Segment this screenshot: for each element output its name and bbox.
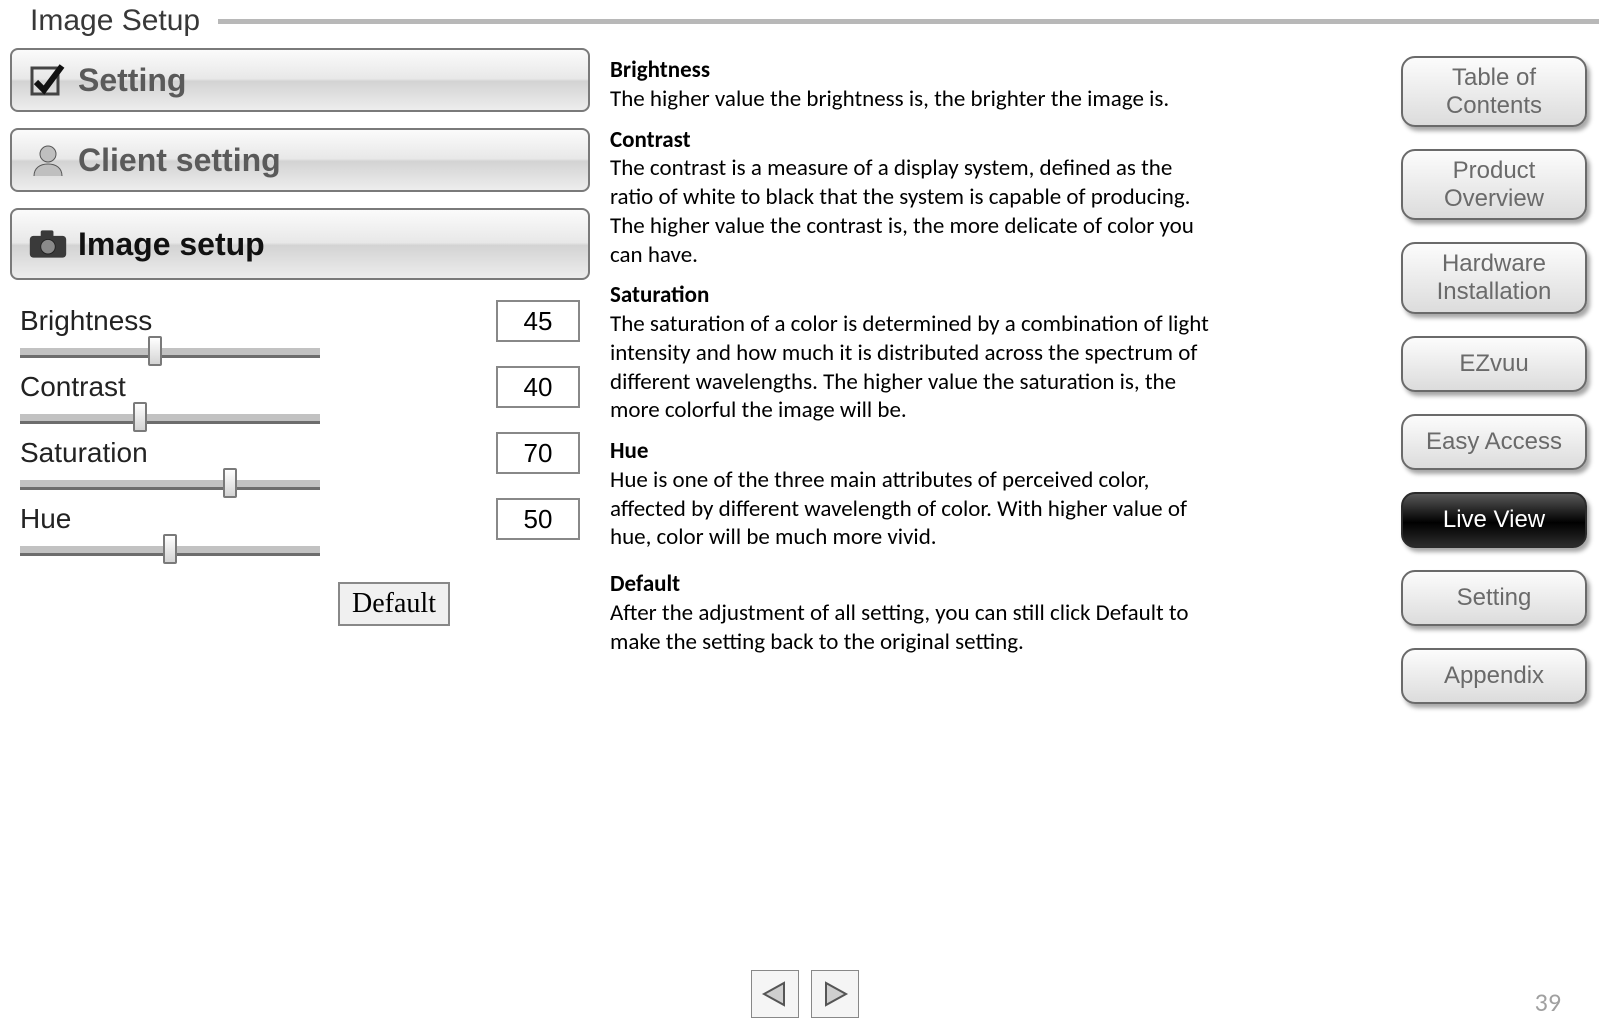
desc-heading: Hue <box>610 437 1210 466</box>
page-number: 39 <box>1535 986 1561 1018</box>
page-title: Image Setup <box>30 4 218 38</box>
check-icon <box>28 62 68 98</box>
image-setup-panel: Setting Client setting Image setup <box>10 48 590 626</box>
slider-brightness: Brightness 45 <box>20 300 580 358</box>
nav-label: Setting <box>1457 584 1532 612</box>
tab-label: Client setting <box>78 142 281 179</box>
nav-hardware-installation[interactable]: Hardware Installation <box>1401 242 1587 313</box>
desc-body: After the adjustment of all setting, you… <box>610 599 1210 657</box>
nav-easy-access[interactable]: Easy Access <box>1401 414 1587 470</box>
slider-hue: Hue 50 <box>20 498 580 556</box>
nav-appendix[interactable]: Appendix <box>1401 648 1587 704</box>
title-rule <box>218 19 1599 24</box>
nav-product-overview[interactable]: Product Overview <box>1401 149 1587 220</box>
desc-heading: Default <box>610 570 1210 599</box>
prev-page-button[interactable] <box>751 970 799 1018</box>
nav-label: Easy Access <box>1426 428 1562 456</box>
slider-track[interactable] <box>20 546 320 556</box>
slider-label: Brightness <box>20 305 152 337</box>
slider-saturation: Saturation 70 <box>20 432 580 490</box>
nav-column: Table of Contents Product Overview Hardw… <box>1389 48 1599 726</box>
default-button[interactable]: Default <box>338 582 450 626</box>
slider-value[interactable]: 70 <box>496 432 580 474</box>
nav-live-view[interactable]: Live View <box>1401 492 1587 548</box>
tab-client-setting[interactable]: Client setting <box>10 128 590 192</box>
nav-setting[interactable]: Setting <box>1401 570 1587 626</box>
description-column: Brightness The higher value the brightne… <box>610 48 1210 668</box>
pager: 39 <box>0 970 1609 1018</box>
slider-value[interactable]: 45 <box>496 300 580 342</box>
tab-image-setup[interactable]: Image setup <box>10 208 590 280</box>
arrow-left-icon <box>760 979 790 1009</box>
tab-label: Image setup <box>78 226 265 263</box>
desc-heading: Contrast <box>610 126 1210 155</box>
slider-label: Contrast <box>20 371 126 403</box>
slider-thumb[interactable] <box>148 336 162 366</box>
desc-heading: Saturation <box>610 281 1210 310</box>
nav-label: Hardware Installation <box>1437 250 1552 305</box>
nav-label: Table of Contents <box>1446 64 1542 119</box>
desc-body: The higher value the brightness is, the … <box>610 85 1210 114</box>
desc-body: Hue is one of the three main attributes … <box>610 466 1210 552</box>
sliders-group: Brightness 45 Contrast 40 Saturation <box>10 296 590 572</box>
nav-table-of-contents[interactable]: Table of Contents <box>1401 56 1587 127</box>
tab-label: Setting <box>78 62 186 99</box>
tab-setting[interactable]: Setting <box>10 48 590 112</box>
desc-body: The contrast is a measure of a display s… <box>610 154 1210 269</box>
slider-track[interactable] <box>20 414 320 424</box>
slider-thumb[interactable] <box>223 468 237 498</box>
nav-label: Product Overview <box>1444 157 1544 212</box>
nav-ezvuu[interactable]: EZvuu <box>1401 336 1587 392</box>
arrow-right-icon <box>820 979 850 1009</box>
person-icon <box>28 142 68 178</box>
slider-contrast: Contrast 40 <box>20 366 580 424</box>
slider-track[interactable] <box>20 480 320 490</box>
slider-label: Saturation <box>20 437 148 469</box>
slider-value[interactable]: 50 <box>496 498 580 540</box>
slider-track[interactable] <box>20 348 320 358</box>
camera-icon <box>28 227 68 261</box>
slider-label: Hue <box>20 503 71 535</box>
desc-body: The saturation of a color is determined … <box>610 310 1210 425</box>
nav-label: Live View <box>1443 506 1545 534</box>
next-page-button[interactable] <box>811 970 859 1018</box>
slider-thumb[interactable] <box>133 402 147 432</box>
nav-label: EZvuu <box>1459 350 1528 378</box>
nav-label: Appendix <box>1444 662 1544 690</box>
slider-thumb[interactable] <box>163 534 177 564</box>
page-title-bar: Image Setup <box>0 0 1609 38</box>
desc-heading: Brightness <box>610 56 1210 85</box>
slider-value[interactable]: 40 <box>496 366 580 408</box>
